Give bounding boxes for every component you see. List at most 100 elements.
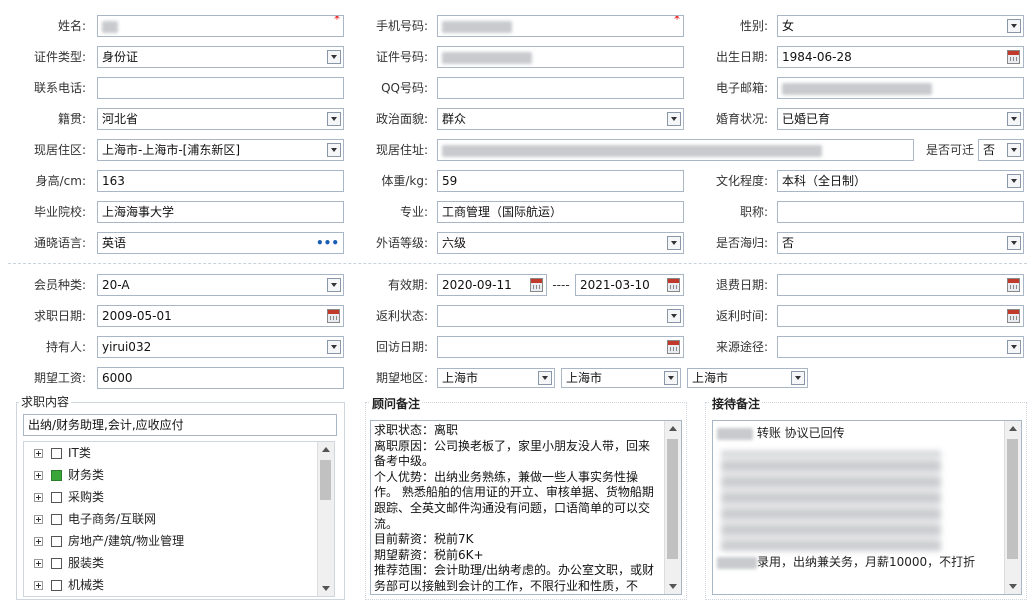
expand-plus-icon[interactable] xyxy=(34,559,43,568)
lang-level-select[interactable]: 六级 xyxy=(437,232,684,254)
school-field[interactable]: 上海海事大学 xyxy=(97,201,344,223)
checkbox[interactable] xyxy=(51,536,62,547)
gender-select[interactable]: 女 xyxy=(777,15,1024,37)
checkbox[interactable] xyxy=(51,492,62,503)
dropdown-arrow-icon[interactable] xyxy=(791,371,805,385)
scroll-down-icon[interactable] xyxy=(1005,578,1021,594)
dropdown-arrow-icon[interactable] xyxy=(1007,19,1021,33)
scroll-thumb[interactable] xyxy=(1007,439,1018,559)
salary-field[interactable]: 6000 xyxy=(97,367,344,389)
tel-field[interactable] xyxy=(97,77,344,99)
expand-plus-icon[interactable] xyxy=(34,581,43,590)
scroll-up-icon[interactable] xyxy=(665,421,681,437)
height-field[interactable]: 163 xyxy=(97,170,344,192)
scroll-thumb[interactable] xyxy=(667,439,678,559)
edu-select[interactable]: 本科（全日制） xyxy=(777,170,1024,192)
tree-scrollbar[interactable] xyxy=(317,442,334,596)
major-field[interactable]: 工商管理（国际航运） xyxy=(437,201,684,223)
calendar-icon[interactable] xyxy=(667,278,680,292)
job-summary-field[interactable]: 出纳/财务助理,会计,应收应付 xyxy=(23,414,337,436)
calendar-icon[interactable] xyxy=(530,278,543,292)
id-no-field[interactable] xyxy=(437,46,684,68)
overseas-select[interactable]: 否 xyxy=(777,232,1024,254)
residence-select[interactable]: 上海市-上海市-[浦东新区] xyxy=(97,139,344,161)
dropdown-arrow-icon[interactable] xyxy=(538,371,552,385)
job-date-field[interactable]: 2009-05-01 xyxy=(97,305,344,327)
email-field[interactable] xyxy=(777,77,1024,99)
scroll-up-icon[interactable] xyxy=(318,442,334,458)
visit-date-field[interactable] xyxy=(437,336,684,358)
address-field[interactable] xyxy=(437,139,914,161)
job-category-tree[interactable]: IT类 财务类 采购类 电子商务/互联网 房地产/建筑/物业管理 服装类 机械类 xyxy=(23,441,335,597)
calendar-icon[interactable] xyxy=(1007,50,1020,64)
expand-plus-icon[interactable] xyxy=(34,449,43,458)
scroll-down-icon[interactable] xyxy=(665,578,681,594)
checkbox[interactable] xyxy=(51,580,62,591)
region-city-select[interactable]: 上海市 xyxy=(561,368,681,388)
calendar-icon[interactable] xyxy=(1007,309,1020,323)
more-dots-icon[interactable]: ••• xyxy=(316,237,339,249)
checkbox[interactable] xyxy=(51,514,62,525)
reception-notes-textarea[interactable]: 转账 协议已回传 录用，出纳兼关务，月薪10000，不打折 xyxy=(712,420,1022,595)
valid-to-field[interactable]: 2021-03-10 xyxy=(575,274,684,296)
region-district-select[interactable]: 上海市 xyxy=(687,368,808,388)
tree-item[interactable]: 服装类 xyxy=(34,553,104,573)
member-type-select[interactable]: 20-A xyxy=(97,274,344,296)
dropdown-arrow-icon[interactable] xyxy=(1007,236,1021,250)
relocate-select[interactable]: 否 xyxy=(978,139,1024,161)
dropdown-arrow-icon[interactable] xyxy=(327,340,341,354)
birth-date-field[interactable]: 1984-06-28 xyxy=(777,46,1024,68)
dropdown-arrow-icon[interactable] xyxy=(1007,143,1021,157)
dropdown-arrow-icon[interactable] xyxy=(664,371,678,385)
tree-item[interactable]: IT类 xyxy=(34,443,91,463)
origin-select[interactable]: 河北省 xyxy=(97,108,344,130)
reception-scrollbar[interactable] xyxy=(1004,421,1021,594)
expand-plus-icon[interactable] xyxy=(34,515,43,524)
tree-item[interactable]: 电子商务/互联网 xyxy=(34,509,156,529)
tree-item[interactable]: 房地产/建筑/物业管理 xyxy=(34,531,184,551)
scroll-down-icon[interactable] xyxy=(318,580,334,596)
dropdown-arrow-icon[interactable] xyxy=(327,143,341,157)
notes-scrollbar[interactable] xyxy=(664,421,681,594)
weight-field[interactable]: 59 xyxy=(437,170,684,192)
political-select[interactable]: 群众 xyxy=(437,108,684,130)
dropdown-arrow-icon[interactable] xyxy=(1007,112,1021,126)
id-type-select[interactable]: 身份证 xyxy=(97,46,344,68)
checkbox[interactable] xyxy=(51,558,62,569)
expand-plus-icon[interactable] xyxy=(34,537,43,546)
checkbox[interactable] xyxy=(51,448,62,459)
dropdown-arrow-icon[interactable] xyxy=(1007,340,1021,354)
title-field[interactable] xyxy=(777,201,1024,223)
tree-item[interactable]: 机械类 xyxy=(34,575,104,595)
tree-item[interactable]: 采购类 xyxy=(34,487,104,507)
scroll-up-icon[interactable] xyxy=(1005,421,1021,437)
scroll-thumb[interactable] xyxy=(320,460,331,500)
checkbox-partial[interactable] xyxy=(51,470,62,481)
calendar-icon[interactable] xyxy=(327,309,340,323)
dropdown-arrow-icon[interactable] xyxy=(327,50,341,64)
dropdown-arrow-icon[interactable] xyxy=(1007,174,1021,188)
expand-plus-icon[interactable] xyxy=(34,471,43,480)
calendar-icon[interactable] xyxy=(1007,278,1020,292)
source-select[interactable] xyxy=(777,336,1024,358)
rebate-time-field[interactable] xyxy=(777,305,1024,327)
dropdown-arrow-icon[interactable] xyxy=(667,309,681,323)
marital-select[interactable]: 已婚已育 xyxy=(777,108,1024,130)
rebate-status-select[interactable] xyxy=(437,305,684,327)
phone-field[interactable]: * xyxy=(437,15,684,37)
advisor-notes-textarea[interactable]: 求职状态：离职 离职原因：公司换老板了，家里小朋友没人带，回来备考中级。 个人优… xyxy=(370,420,682,595)
valid-from-field[interactable]: 2020-09-11 xyxy=(437,274,547,296)
qq-field[interactable] xyxy=(437,77,684,99)
lang-field[interactable]: 英语 ••• xyxy=(97,232,344,254)
dropdown-arrow-icon[interactable] xyxy=(327,278,341,292)
expand-plus-icon[interactable] xyxy=(34,493,43,502)
calendar-icon[interactable] xyxy=(667,340,680,354)
refund-date-field[interactable] xyxy=(777,274,1024,296)
dropdown-arrow-icon[interactable] xyxy=(667,236,681,250)
tree-item[interactable]: 财务类 xyxy=(34,465,104,485)
dropdown-arrow-icon[interactable] xyxy=(667,112,681,126)
dropdown-arrow-icon[interactable] xyxy=(327,112,341,126)
name-field[interactable]: * xyxy=(97,15,344,37)
region-province-select[interactable]: 上海市 xyxy=(437,368,555,388)
holder-select[interactable]: yirui032 xyxy=(97,336,344,358)
